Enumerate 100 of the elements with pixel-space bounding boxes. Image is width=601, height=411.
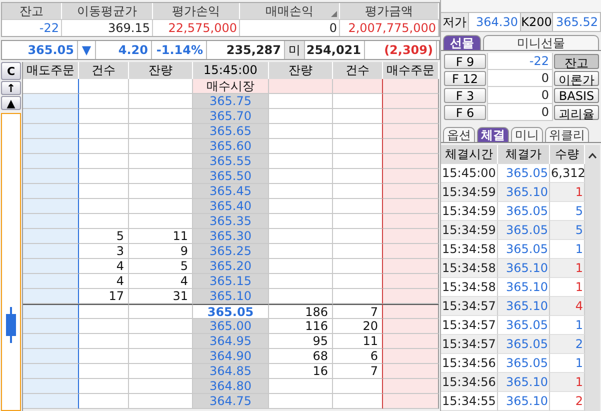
price-level[interactable]: 364.95 (193, 334, 269, 349)
table-cell (23, 259, 79, 274)
price-level[interactable]: 365.50 (193, 169, 269, 184)
table-cell (269, 244, 333, 259)
price-level[interactable]: 364.85 (193, 364, 269, 379)
table-cell (333, 169, 383, 184)
table-cell (129, 364, 193, 379)
table-cell: 15:34:57 (441, 316, 498, 335)
corner-triangle-icon (331, 11, 337, 17)
scroll-up-icon[interactable] (588, 153, 597, 159)
table-cell: 365.10 (498, 392, 550, 411)
price-level[interactable]: 365.25 (193, 244, 269, 259)
price-level[interactable]: 365.10 (193, 289, 269, 304)
table-cell (79, 124, 129, 139)
table-cell (79, 94, 129, 109)
price-level[interactable]: 365.35 (193, 214, 269, 229)
table-cell: 15:45:00 (441, 164, 498, 183)
column-header: 평가손익 (153, 3, 240, 19)
view-button[interactable]: 괴리율 (554, 105, 599, 120)
price-level[interactable]: 364.75 (193, 394, 269, 409)
table-cell: 15:34:55 (441, 392, 498, 411)
table-cell: 5 (79, 229, 129, 244)
table-cell (23, 364, 79, 379)
table-cell (269, 229, 333, 244)
table-cell (23, 109, 79, 124)
tab[interactable]: 선물 (443, 35, 481, 50)
table-cell: 9 (129, 244, 193, 259)
price-level[interactable]: 365.75 (193, 94, 269, 109)
table-cell (23, 184, 79, 199)
table-cell (269, 154, 333, 169)
clear-button[interactable]: C (1, 62, 21, 80)
table-cell (129, 349, 193, 364)
center-button[interactable]: ▲ (1, 96, 21, 110)
price-level[interactable]: 364.80 (193, 379, 269, 394)
column-header: 평가금액 (340, 3, 439, 19)
scroll-up-button[interactable]: ↑ (1, 81, 21, 95)
column-header: 이동평균가 (62, 3, 153, 19)
table-cell (383, 259, 439, 274)
contract-button[interactable]: F 12 (444, 71, 486, 86)
tab[interactable]: 미니선물 (483, 35, 599, 50)
table-cell: 365.05 (498, 164, 550, 183)
contract-button[interactable]: F 9 (444, 54, 486, 69)
scrollbar[interactable] (585, 145, 600, 411)
price-level[interactable]: 365.20 (193, 259, 269, 274)
price-level[interactable]: 365.55 (193, 154, 269, 169)
tab[interactable]: 미니 (511, 127, 543, 142)
price-level[interactable]: 365.60 (193, 139, 269, 154)
table-cell: 116 (269, 319, 333, 334)
table-cell (23, 199, 79, 214)
table-cell (129, 214, 193, 229)
price-level[interactable]: 365.45 (193, 184, 269, 199)
table-cell: 1 (550, 278, 585, 297)
price-level[interactable]: 365.70 (193, 109, 269, 124)
table-cell: 1 (550, 240, 585, 259)
view-button[interactable]: 잔고 (554, 54, 599, 69)
column-header: 건수 (79, 62, 129, 80)
table-cell: 365.10 (498, 278, 550, 297)
tab[interactable]: 체결 (477, 127, 509, 142)
column-header: 건수 (333, 62, 383, 80)
table-cell (129, 319, 193, 334)
table-cell (333, 184, 383, 199)
table-cell (23, 79, 79, 94)
table-cell: 5 (129, 259, 193, 274)
table-cell (79, 379, 129, 394)
column-header: 매수주문 (383, 62, 439, 80)
price-level[interactable]: 365.30 (193, 229, 269, 244)
table-cell: 0 (240, 19, 340, 36)
table-cell (269, 169, 333, 184)
price-level[interactable]: 365.05 (193, 304, 269, 319)
contract-button[interactable]: F 3 (444, 88, 486, 103)
view-button[interactable]: BASIS (554, 88, 599, 103)
index-value: 365.52 (553, 13, 601, 31)
view-button[interactable]: 이론가 (554, 71, 599, 86)
position-value: 0 (487, 70, 553, 87)
contract-button[interactable]: F 6 (444, 105, 486, 120)
market-buy-label[interactable]: 매수시장 (193, 79, 269, 94)
table-cell (269, 289, 333, 304)
table-cell (383, 79, 439, 94)
price-level[interactable]: 365.65 (193, 124, 269, 139)
table-cell: 6 (333, 349, 383, 364)
tab[interactable]: 위클리 (545, 127, 589, 142)
current-price: 365.05 (2, 41, 78, 59)
table-cell (129, 124, 193, 139)
table-cell (383, 139, 439, 154)
table-cell: 1 (550, 316, 585, 335)
tab[interactable]: 옵션 (443, 127, 475, 142)
price-level[interactable]: 365.00 (193, 319, 269, 334)
table-cell: 2,007,775,000 (340, 19, 439, 36)
price-level[interactable]: 365.15 (193, 274, 269, 289)
table-cell: 15:34:57 (441, 297, 498, 316)
table-cell: 15:34:59 (441, 202, 498, 221)
table-cell (79, 79, 129, 94)
price-level[interactable]: 364.90 (193, 349, 269, 364)
table-cell (269, 124, 333, 139)
table-cell (333, 394, 383, 409)
table-cell (269, 94, 333, 109)
price-level[interactable]: 365.40 (193, 199, 269, 214)
table-cell (383, 199, 439, 214)
table-cell: 365.05 (498, 240, 550, 259)
table-cell (79, 184, 129, 199)
